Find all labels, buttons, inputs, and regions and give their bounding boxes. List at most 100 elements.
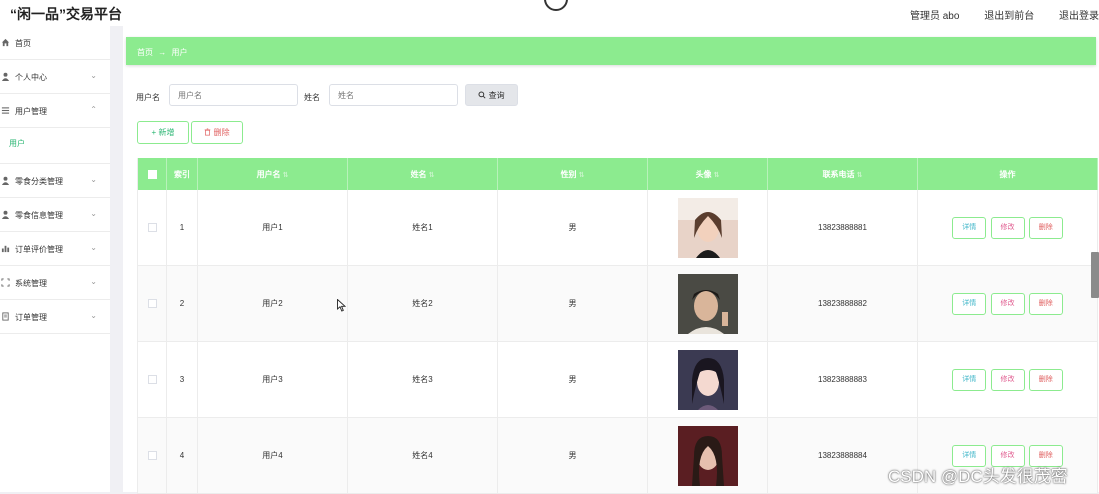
cell-username: 用户4 — [197, 417, 348, 494]
chevron-down-icon: ⌄ — [90, 243, 97, 252]
sidebar-item-snack-category[interactable]: 零食分类管理 ⌄ — [0, 164, 110, 198]
chevron-up-icon: ⌃ — [90, 105, 97, 114]
top-links: 管理员 abo 退出到前台 退出登录 — [888, 7, 1099, 22]
username-label: 用户名 — [136, 93, 160, 102]
sidebar-subitem-user[interactable]: 用户 — [0, 128, 110, 164]
breadcrumb: 首页 → 用户 — [126, 37, 1096, 65]
cell-name: 姓名3 — [347, 341, 498, 418]
fullscreen-icon — [1, 278, 10, 287]
edit-button[interactable]: 修改 — [990, 216, 1025, 239]
scrollbar-thumb[interactable] — [1091, 252, 1099, 298]
cell-operations: 详情 修改 删除 — [917, 265, 1098, 342]
sidebar-item-home[interactable]: 首页 — [0, 26, 110, 60]
sidebar-item-label: 首页 — [15, 39, 31, 48]
sidebar: 首页 个人中心 ⌄ 用户管理 ⌃ 用户 零食分类管理 ⌄ 零食信息管理 ⌄ 订单… — [0, 26, 110, 492]
sort-icon[interactable]: ⇅ — [714, 172, 720, 179]
cell-index: 3 — [166, 341, 198, 418]
sidebar-item-order-review[interactable]: 订单评价管理 ⌄ — [0, 232, 110, 266]
sidebar-item-profile[interactable]: 个人中心 ⌄ — [0, 60, 110, 94]
add-button[interactable]: + 新增 — [137, 121, 189, 144]
avatar — [677, 197, 738, 258]
sort-icon[interactable]: ⇅ — [283, 172, 289, 179]
avatar — [677, 349, 738, 410]
column-header-gender[interactable]: 性别 ⇅ — [497, 158, 648, 190]
chevron-down-icon: ⌄ — [90, 311, 97, 320]
batch-delete-button[interactable]: 删除 — [191, 121, 243, 144]
edit-button[interactable]: 修改 — [990, 368, 1025, 391]
sidebar-item-label: 用户管理 — [15, 107, 47, 116]
avatar — [677, 425, 738, 486]
table-row: 1 用户1 姓名1 男 13823888881 详情 修改 删除 — [137, 190, 1098, 266]
breadcrumb-home[interactable]: 首页 — [137, 48, 153, 57]
select-all-checkbox[interactable] — [147, 169, 157, 179]
column-header-username[interactable]: 用户名 ⇅ — [197, 158, 348, 190]
chevron-down-icon: ⌄ — [90, 209, 97, 218]
breadcrumb-current: 用户 — [171, 48, 188, 57]
detail-button[interactable]: 详情 — [952, 216, 987, 239]
name-search-input[interactable] — [329, 84, 458, 106]
sort-icon[interactable]: ⇅ — [857, 172, 863, 179]
sidebar-item-label: 零食分类管理 — [15, 177, 63, 186]
cell-gender: 男 — [497, 190, 648, 266]
column-header-name[interactable]: 姓名 ⇅ — [347, 158, 498, 190]
main-content: 首页 → 用户 用户名 姓名 查询 + 新增 删除 — [123, 26, 1099, 494]
table-row: 3 用户3 姓名3 男 13823888883 详情 修改 删除 — [137, 341, 1098, 418]
top-bar: “闲一品”交易平台 管理员 abo 退出到前台 退出登录 — [0, 0, 1099, 26]
table-header-row: 索引 用户名 ⇅ 姓名 ⇅ 性别 ⇅ 头像 ⇅ 联系电话 ⇅ 操作 — [137, 158, 1098, 190]
select-all-header[interactable] — [137, 158, 167, 190]
cell-username: 用户2 — [197, 265, 348, 342]
sort-icon[interactable]: ⇅ — [579, 172, 585, 179]
plus-icon: + — [151, 128, 157, 137]
delete-button[interactable]: 删除 — [1028, 216, 1063, 239]
sort-icon[interactable]: ⇅ — [429, 172, 435, 179]
cell-username: 用户3 — [197, 341, 348, 418]
delete-button[interactable]: 删除 — [1028, 292, 1063, 315]
username-search-input[interactable] — [169, 84, 298, 106]
edit-button[interactable]: 修改 — [990, 292, 1025, 315]
chevron-down-icon: ⌄ — [90, 175, 97, 184]
delete-button[interactable]: 删除 — [1028, 368, 1063, 391]
cell-name: 姓名4 — [347, 417, 498, 494]
cell-gender: 男 — [497, 341, 648, 418]
sidebar-item-user-management[interactable]: 用户管理 ⌃ — [0, 94, 110, 128]
name-label: 姓名 — [304, 93, 320, 102]
cell-index: 4 — [166, 417, 198, 494]
list-icon — [1, 106, 10, 115]
home-icon — [1, 38, 10, 47]
row-checkbox[interactable] — [147, 451, 157, 461]
exit-to-frontend-link[interactable]: 退出到前台 — [984, 11, 1034, 22]
query-button[interactable]: 查询 — [465, 84, 518, 106]
sidebar-subitem-label: 用户 — [9, 139, 25, 148]
search-icon — [478, 91, 488, 100]
cell-index: 1 — [166, 190, 198, 266]
logout-link[interactable]: 退出登录 — [1059, 11, 1099, 22]
user-table: 索引 用户名 ⇅ 姓名 ⇅ 性别 ⇅ 头像 ⇅ 联系电话 ⇅ 操作 1 用户1 姓名1 男… — [137, 158, 1098, 494]
breadcrumb-separator: → — [158, 48, 167, 57]
sidebar-item-label: 订单评价管理 — [15, 245, 63, 254]
sidebar-item-label: 零食信息管理 — [15, 211, 63, 220]
column-header-avatar[interactable]: 头像 ⇅ — [647, 158, 768, 190]
cell-gender: 男 — [497, 265, 648, 342]
cell-username: 用户1 — [197, 190, 348, 266]
row-checkbox[interactable] — [147, 375, 157, 385]
bar-chart-icon — [1, 244, 10, 253]
detail-button[interactable]: 详情 — [952, 368, 987, 391]
user-icon — [1, 210, 10, 219]
sidebar-item-orders[interactable]: 订单管理 ⌄ — [0, 300, 110, 334]
column-header-operations: 操作 — [917, 158, 1098, 190]
row-checkbox[interactable] — [147, 299, 157, 309]
cell-operations: 详情 修改 删除 — [917, 341, 1098, 418]
admin-user-label: 管理员 abo — [909, 11, 960, 22]
detail-button[interactable]: 详情 — [952, 292, 987, 315]
top-circle-icon[interactable] — [544, 0, 568, 11]
chevron-down-icon: ⌄ — [90, 277, 97, 286]
sidebar-item-label: 系统管理 — [15, 279, 47, 288]
sidebar-item-label: 订单管理 — [15, 313, 47, 322]
user-icon — [1, 176, 10, 185]
row-checkbox[interactable] — [147, 223, 157, 233]
column-header-index: 索引 — [166, 158, 198, 190]
column-header-phone[interactable]: 联系电话 ⇅ — [767, 158, 918, 190]
app-title: “闲一品”交易平台 — [10, 6, 122, 22]
sidebar-item-system[interactable]: 系统管理 ⌄ — [0, 266, 110, 300]
sidebar-item-snack-info[interactable]: 零食信息管理 ⌄ — [0, 198, 110, 232]
